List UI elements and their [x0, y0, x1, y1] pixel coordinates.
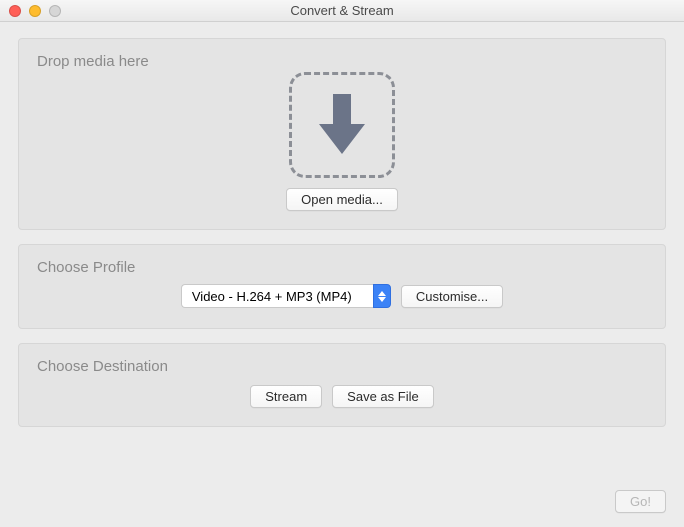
maximize-window-button — [49, 5, 61, 17]
profile-select[interactable]: Video - H.264 + MP3 (MP4) — [181, 284, 391, 308]
window-title: Convert & Stream — [0, 3, 684, 18]
titlebar: Convert & Stream — [0, 0, 684, 22]
profile-select-value: Video - H.264 + MP3 (MP4) — [181, 284, 373, 308]
select-arrows-icon — [373, 284, 391, 308]
download-arrow-icon — [313, 90, 371, 161]
save-as-file-button[interactable]: Save as File — [332, 385, 434, 408]
content-area: Drop media here Open media... Choose Pro… — [0, 22, 684, 527]
choose-profile-panel: Choose Profile Video - H.264 + MP3 (MP4)… — [18, 244, 666, 329]
close-window-button[interactable] — [9, 5, 21, 17]
open-media-button[interactable]: Open media... — [286, 188, 398, 211]
window-controls — [0, 5, 61, 17]
choose-profile-label: Choose Profile — [37, 259, 647, 276]
choose-destination-panel: Choose Destination Stream Save as File — [18, 343, 666, 427]
drop-media-label: Drop media here — [37, 53, 647, 70]
footer-row: Go! — [18, 490, 666, 513]
go-button: Go! — [615, 490, 666, 513]
customise-button[interactable]: Customise... — [401, 285, 503, 308]
minimize-window-button[interactable] — [29, 5, 41, 17]
stream-button[interactable]: Stream — [250, 385, 322, 408]
choose-destination-label: Choose Destination — [37, 358, 647, 375]
drop-media-panel: Drop media here Open media... — [18, 38, 666, 230]
media-dropzone[interactable] — [289, 72, 395, 178]
